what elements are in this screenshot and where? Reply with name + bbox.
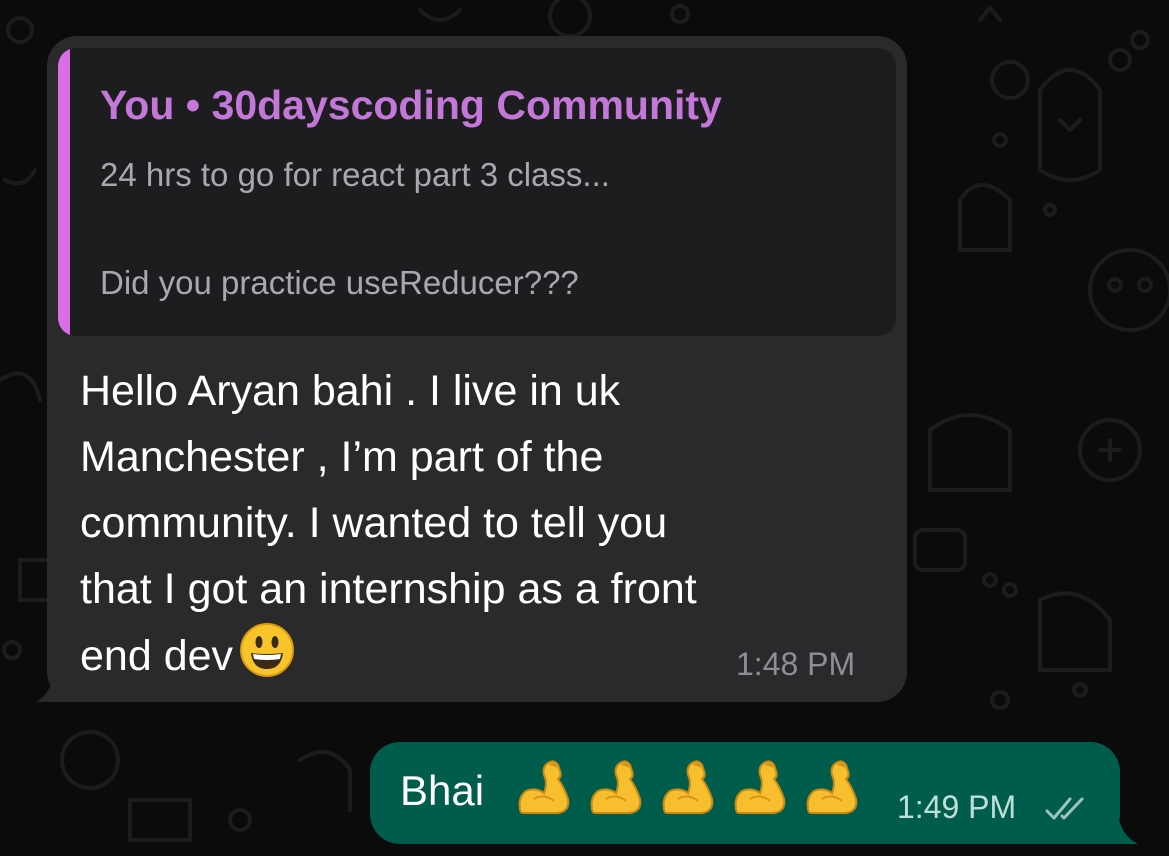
outgoing-message-time: 1:49 PM: [897, 789, 1017, 825]
incoming-bubble-tail: [36, 650, 88, 702]
outgoing-message-text: Bhai: [400, 767, 485, 814]
flexed-biceps-emoji: [734, 760, 786, 814]
incoming-message-text: Hello Aryan bahi . I live in uk Manchest…: [80, 367, 697, 680]
outgoing-bubble-tail: [1086, 794, 1138, 844]
grinning-face-emoji: [240, 623, 295, 677]
flexed-biceps-emoji: [518, 760, 570, 814]
incoming-message-text-block: Hello Aryan bahi . I live in uk Manchest…: [80, 358, 870, 689]
quote-accent-bar: [58, 48, 70, 336]
flexed-biceps-emoji: [662, 760, 714, 814]
flexed-biceps-emoji: [806, 760, 858, 814]
quoted-message[interactable]: You • 30dayscoding Community 24 hrs to g…: [58, 48, 896, 336]
incoming-message-time: 1:48 PM: [736, 646, 856, 682]
double-check-read-icon: [1045, 797, 1084, 820]
flexed-biceps-emoji: [590, 760, 642, 814]
quote-author: You • 30dayscoding Community: [100, 82, 722, 128]
quote-text: 24 hrs to go for react part 3 class... D…: [100, 156, 610, 301]
flexed-biceps-emoji-row: [514, 757, 862, 821]
